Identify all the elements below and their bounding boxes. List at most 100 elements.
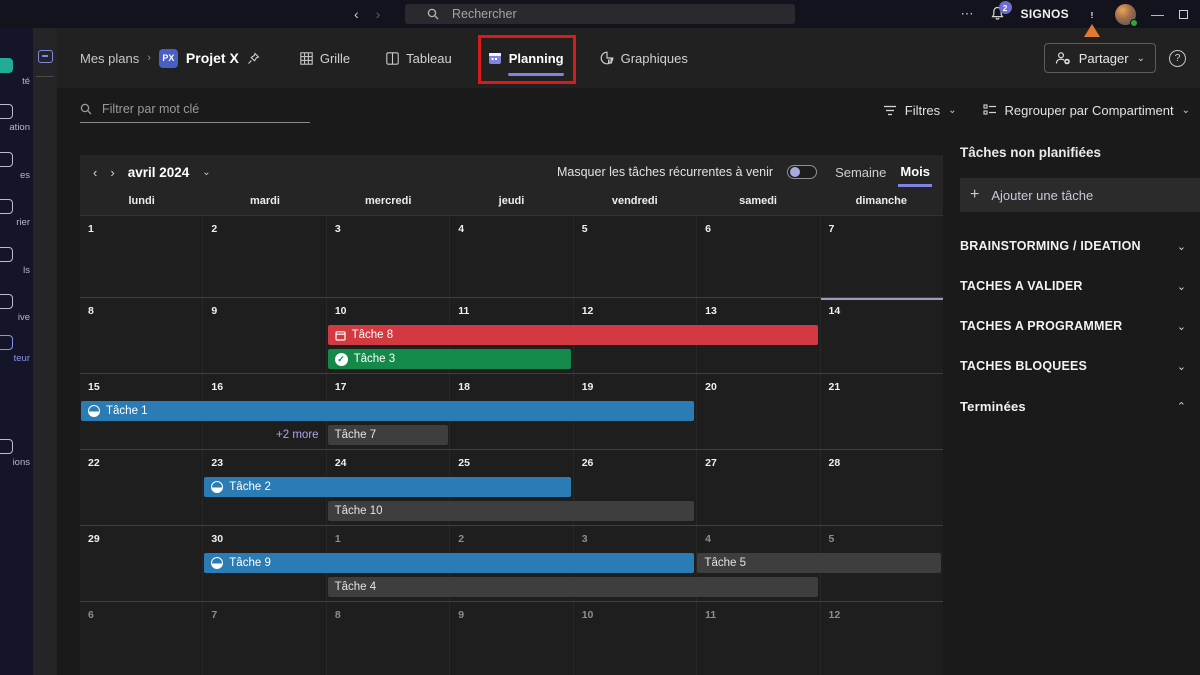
add-task-button[interactable]: + Ajouter une tâche — [960, 178, 1200, 212]
person-add-icon — [1055, 51, 1071, 65]
week-view-button[interactable]: Semaine — [835, 165, 886, 180]
chevron-down-icon[interactable]: ⌄ — [1177, 360, 1186, 373]
more-options-icon[interactable]: ⋯ — [961, 6, 975, 22]
rail-item-té[interactable]: té — [0, 58, 33, 87]
rail-divider — [36, 76, 54, 77]
search-input[interactable]: Rechercher — [405, 4, 795, 24]
calendar-day-cell[interactable]: 7 — [202, 602, 325, 675]
secondary-rail — [33, 28, 57, 675]
help-button[interactable]: ? — [1169, 50, 1186, 67]
calendar-day-cell[interactable]: 21 — [820, 374, 943, 449]
calendar-day-cell[interactable]: 27 — [696, 450, 819, 525]
calendar-day-cell[interactable]: 8 — [80, 298, 202, 373]
calendar-panel: ‹ › avril 2024 ⌄ Masquer les tâches récu… — [80, 155, 943, 675]
bucket-label: TACHES BLOQUEES — [960, 359, 1087, 373]
calendar-day-cell[interactable]: 7 — [820, 216, 943, 297]
month-view-button[interactable]: Mois — [900, 164, 930, 181]
bucket-taches-a-valider[interactable]: TACHES A VALIDER⌄ — [960, 266, 1200, 306]
tab-planning[interactable]: Planning — [488, 39, 564, 77]
task-bar[interactable]: Tâche 4 — [328, 577, 818, 597]
tab-graphiques[interactable]: Graphiques — [600, 39, 688, 77]
chevron-down-icon[interactable]: ⌄ — [1177, 320, 1186, 333]
month-label[interactable]: avril 2024 — [128, 165, 190, 180]
calendar-day-cell[interactable]: 14 — [820, 298, 943, 373]
keyword-filter-input[interactable]: Filtrer par mot clé — [80, 102, 310, 123]
date-number: 9 — [458, 609, 572, 621]
rail-item-ls[interactable]: ls — [0, 247, 33, 276]
back-icon[interactable]: ‹ — [354, 7, 359, 21]
tab-grille[interactable]: Grille — [300, 39, 350, 77]
calendar-day-cell[interactable]: 5 — [573, 216, 696, 297]
rail-item-ation[interactable]: ation — [0, 104, 33, 133]
date-number: 6 — [705, 223, 819, 235]
chevron-down-icon[interactable]: ⌄ — [1177, 240, 1186, 253]
tab-tableau[interactable]: Tableau — [386, 39, 452, 77]
rail-item-rier[interactable]: rier — [0, 199, 33, 228]
calendar-day-cell[interactable]: 20 — [696, 374, 819, 449]
filters-button[interactable]: Filtres ⌄ — [883, 103, 957, 118]
bucket-brainstorming-ideation[interactable]: BRAINSTORMING / IDEATION⌄ — [960, 226, 1200, 266]
more-tasks-link[interactable]: +2 more — [203, 425, 326, 445]
task-bar[interactable]: Tâche 5 — [697, 553, 941, 573]
task-bar[interactable]: Tâche 9 — [204, 553, 694, 573]
calendar-day-cell[interactable]: 1 — [80, 216, 202, 297]
pin-icon[interactable] — [247, 52, 260, 65]
chevron-up-icon[interactable]: ⌃ — [1177, 400, 1186, 413]
warning-icon[interactable]: ! — [1084, 7, 1100, 21]
weekday-samedi: samedi — [696, 189, 819, 215]
calendar-day-cell[interactable]: 4 — [449, 216, 572, 297]
calendar-toolbar: ‹ › avril 2024 ⌄ Masquer les tâches récu… — [80, 155, 943, 189]
calendar-day-cell[interactable]: 11 — [696, 602, 819, 675]
share-button[interactable]: Partager ⌄ — [1044, 43, 1156, 73]
chevron-down-icon[interactable]: ⌄ — [202, 167, 210, 178]
calendar-day-cell[interactable]: 29 — [80, 526, 202, 601]
group-by-button[interactable]: Regrouper par Compartiment ⌄ — [983, 103, 1190, 118]
notifications-button[interactable]: 2 — [990, 6, 1006, 22]
task-bar[interactable]: ✓Tâche 3 — [328, 349, 572, 369]
breadcrumb-my-plans[interactable]: Mes plans — [80, 51, 139, 66]
task-label: Tâche 2 — [229, 481, 271, 493]
calendar-day-cell[interactable]: 6 — [696, 216, 819, 297]
task-bar[interactable]: Tâche 7 — [328, 425, 448, 445]
rail-item-teur[interactable]: teur — [0, 335, 33, 364]
calendar-day-cell[interactable]: 12 — [820, 602, 943, 675]
date-number: 18 — [458, 381, 572, 393]
rail-item-es[interactable]: es — [0, 152, 33, 181]
calendar-day-cell[interactable]: 9 — [202, 298, 325, 373]
bucket-list: BRAINSTORMING / IDEATION⌄TACHES A VALIDE… — [960, 226, 1200, 426]
task-bar[interactable]: Tâche 2 — [204, 477, 571, 497]
bucket-termin-es[interactable]: Terminées⌃ — [960, 386, 1200, 426]
minimize-icon[interactable]: — — [1151, 7, 1164, 22]
rail-item-label: té — [0, 76, 33, 87]
avatar[interactable] — [1115, 4, 1136, 25]
calendar-day-cell[interactable]: 28 — [820, 450, 943, 525]
calendar-day-cell[interactable]: 22 — [80, 450, 202, 525]
calendar-day-cell[interactable]: 9 — [449, 602, 572, 675]
date-number: 11 — [458, 305, 572, 317]
previous-month-icon[interactable]: ‹ — [93, 165, 97, 180]
task-bar[interactable]: Tâche 1 — [81, 401, 694, 421]
calendar-day-cell[interactable]: 2 — [202, 216, 325, 297]
task-bar[interactable]: Tâche 8 — [328, 325, 818, 345]
task-bar[interactable]: Tâche 10 — [328, 501, 695, 521]
next-month-icon[interactable]: › — [110, 165, 114, 180]
bucket-taches-a-programmer[interactable]: TACHES A PROGRAMMER⌄ — [960, 306, 1200, 346]
bucket-taches-bloquees[interactable]: TACHES BLOQUEES ⌄ — [960, 346, 1200, 386]
date-number: 7 — [829, 223, 943, 235]
calendar-day-cell[interactable]: 6 — [80, 602, 202, 675]
calendar-day-cell[interactable]: 3 — [326, 216, 449, 297]
collapse-panel-icon[interactable] — [38, 50, 53, 63]
hide-recurring-toggle[interactable] — [787, 165, 817, 179]
rail-item-ive[interactable]: ive — [0, 294, 33, 323]
maximize-icon[interactable] — [1179, 10, 1188, 19]
rail-item-ions[interactable]: ions — [0, 439, 33, 468]
calendar-week-row: 678910 1112 — [80, 601, 943, 675]
chevron-down-icon[interactable]: ⌄ — [1177, 280, 1186, 293]
date-number: 17 — [335, 381, 449, 393]
org-name[interactable]: SIGNOS — [1021, 7, 1069, 21]
calendar-day-cell[interactable]: 10 — [573, 602, 696, 675]
weekday-dimanche: dimanche — [820, 189, 943, 215]
date-number: 11 — [705, 609, 819, 621]
forward-icon[interactable]: › — [376, 7, 381, 21]
calendar-day-cell[interactable]: 8 — [326, 602, 449, 675]
